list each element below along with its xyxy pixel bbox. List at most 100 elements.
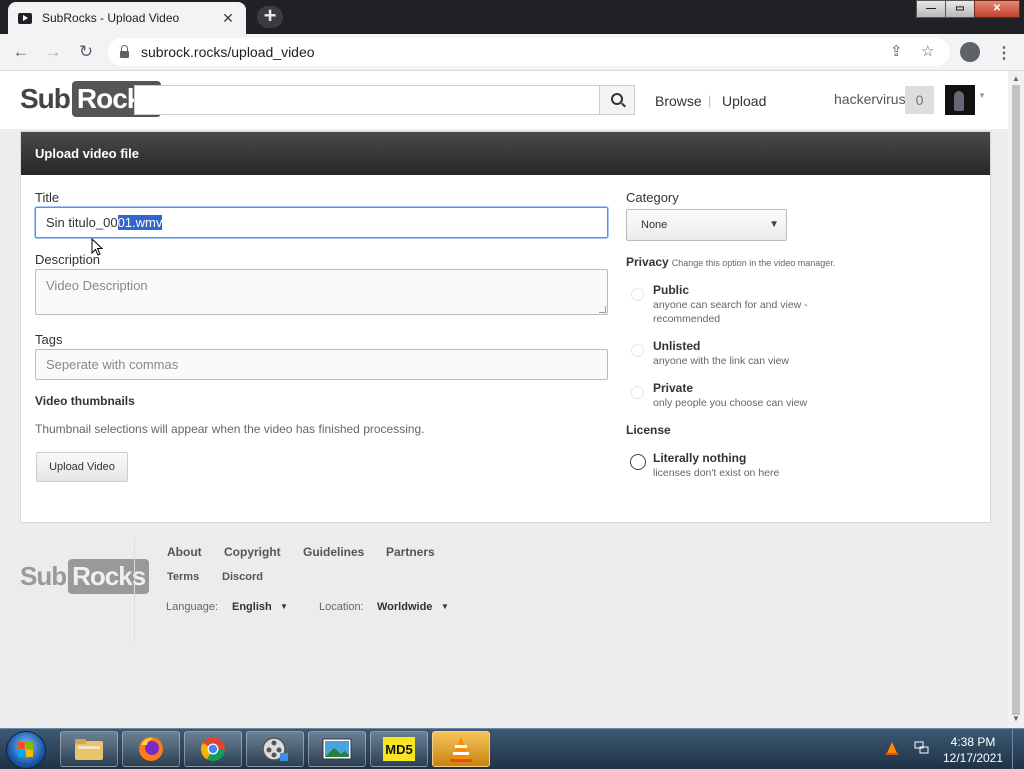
- tray-vlc-icon[interactable]: [885, 741, 899, 758]
- window-controls: — ▭ ✕: [916, 0, 1020, 18]
- radio-license[interactable]: [630, 454, 646, 470]
- forward-arrow-icon[interactable]: →: [41, 42, 65, 62]
- footer-logo[interactable]: Sub Rocks: [20, 559, 150, 594]
- username-link[interactable]: hackervirus: [834, 91, 906, 107]
- browse-link[interactable]: Browse: [655, 93, 702, 109]
- resize-handle-icon[interactable]: [599, 306, 606, 313]
- search-input[interactable]: [134, 85, 600, 115]
- youtube-favicon-icon: [18, 12, 32, 24]
- folder-icon: [75, 739, 103, 760]
- radio-private[interactable]: [631, 386, 644, 399]
- title-input[interactable]: Sin titulo_0001.wmv: [35, 207, 608, 238]
- taskbar-clock[interactable]: 4:38 PM 12/17/2021: [942, 734, 1004, 766]
- bookmark-star-icon[interactable]: ☆: [921, 42, 934, 60]
- category-select[interactable]: None ▼: [626, 209, 787, 241]
- tray-network-icon[interactable]: [914, 741, 930, 758]
- privacy-option-public-title: Public: [653, 283, 690, 297]
- close-window-button[interactable]: ✕: [974, 0, 1020, 18]
- thumbnails-label: Video thumbnails: [35, 394, 135, 408]
- footer-language-value[interactable]: English: [232, 601, 272, 613]
- firefox-icon: [139, 737, 163, 761]
- upload-link[interactable]: Upload: [722, 93, 766, 109]
- page-viewport: Sub Rocks Browse | Upload hackervirus 0 …: [0, 71, 1008, 728]
- show-desktop-button[interactable]: [1012, 729, 1024, 769]
- thumbnails-help-text: Thumbnail selections will appear when th…: [35, 422, 425, 436]
- footer-language-label: Language:: [166, 601, 218, 613]
- profile-icon[interactable]: [960, 42, 980, 62]
- privacy-option-public-desc: anyone can search for and view - recomme…: [653, 299, 808, 325]
- taskbar-chrome[interactable]: [184, 731, 242, 767]
- privacy-heading: Privacy Change this option in the video m…: [626, 255, 835, 269]
- menu-dots-icon[interactable]: ⋮: [996, 43, 1012, 63]
- category-label: Category: [626, 190, 679, 205]
- search-icon: [611, 93, 623, 105]
- privacy-option-private-title: Private: [653, 381, 694, 395]
- tab-close-icon[interactable]: ✕: [220, 10, 236, 27]
- mouse-cursor-icon: [91, 238, 103, 256]
- address-bar[interactable]: subrock.rocks/upload_video ⇪ ☆: [108, 38, 950, 66]
- reload-icon[interactable]: ↻: [74, 42, 98, 62]
- upload-video-button[interactable]: Upload Video: [36, 452, 128, 482]
- notification-count-badge[interactable]: 0: [905, 86, 934, 114]
- footer-link-guidelines[interactable]: Guidelines: [303, 545, 364, 559]
- scroll-up-arrow-icon[interactable]: ▲: [1012, 74, 1020, 83]
- scroll-down-arrow-icon[interactable]: ▼: [1012, 714, 1020, 723]
- minimize-button[interactable]: —: [916, 0, 946, 18]
- windows-logo-icon: [18, 742, 34, 758]
- photo-viewer-icon: [322, 738, 352, 760]
- footer-link-discord[interactable]: Discord: [222, 571, 263, 583]
- chevron-down-icon[interactable]: ▼: [978, 91, 986, 100]
- md5-icon: MD5: [383, 737, 415, 761]
- radio-unlisted[interactable]: [631, 344, 644, 357]
- page-scrollbar[interactable]: ▲ ▼: [1008, 71, 1024, 728]
- md5-label: MD5: [385, 742, 412, 757]
- location-caret-icon[interactable]: ▼: [441, 602, 449, 611]
- privacy-option-unlisted-title: Unlisted: [653, 339, 701, 353]
- privacy-option-private-desc: only people you choose can view: [653, 397, 808, 409]
- description-placeholder: Video Description: [46, 278, 148, 293]
- upload-card-header: Upload video file: [21, 132, 990, 175]
- title-label: Title: [35, 190, 60, 205]
- license-label: License: [626, 423, 671, 437]
- footer-logo-sub-text: Sub: [20, 561, 67, 591]
- user-avatar[interactable]: [945, 85, 975, 115]
- language-caret-icon[interactable]: ▼: [280, 602, 288, 611]
- upload-card: Upload video file Title Sin titulo_0001.…: [20, 131, 991, 523]
- footer-link-partners[interactable]: Partners: [386, 545, 435, 559]
- browser-tab-strip: SubRocks - Upload Video ✕ + — ▭ ✕: [0, 0, 1024, 34]
- privacy-note: Change this option in the video manager.: [671, 258, 836, 268]
- search-button[interactable]: [600, 85, 635, 115]
- tags-label: Tags: [35, 332, 63, 347]
- browser-tab[interactable]: SubRocks - Upload Video ✕: [8, 2, 246, 34]
- footer-link-terms[interactable]: Terms: [167, 571, 199, 583]
- footer-link-copyright[interactable]: Copyright: [224, 545, 281, 559]
- vlc-cone-icon: [450, 737, 472, 762]
- clock-date: 12/17/2021: [942, 751, 1004, 765]
- lock-icon: [120, 44, 129, 58]
- chevron-down-icon: ▼: [769, 219, 779, 230]
- new-tab-button[interactable]: +: [257, 5, 283, 28]
- taskbar-vlc[interactable]: [432, 731, 490, 767]
- taskbar-movie-maker[interactable]: [246, 731, 304, 767]
- back-arrow-icon[interactable]: ←: [9, 42, 33, 62]
- windows-taskbar: MD5 4:38 PM 12/17/2021: [0, 728, 1024, 769]
- footer-link-about[interactable]: About: [167, 545, 202, 559]
- tab-title: SubRocks - Upload Video: [42, 11, 180, 25]
- radio-public[interactable]: [631, 288, 644, 301]
- tags-placeholder: Seperate with commas: [46, 357, 179, 372]
- taskbar-firefox[interactable]: [122, 731, 180, 767]
- taskbar-md5-tool[interactable]: MD5: [370, 731, 428, 767]
- category-selected-value: None: [641, 219, 668, 231]
- privacy-option-unlisted-desc: anyone with the link can view: [653, 355, 789, 367]
- maximize-button[interactable]: ▭: [945, 0, 975, 18]
- taskbar-explorer[interactable]: [60, 731, 118, 767]
- scroll-thumb[interactable]: [1012, 85, 1020, 715]
- start-button[interactable]: [6, 731, 46, 769]
- clock-time: 4:38 PM: [950, 735, 996, 749]
- footer-location-value[interactable]: Worldwide: [377, 601, 432, 613]
- share-icon[interactable]: ⇪: [890, 42, 903, 60]
- description-textarea[interactable]: Video Description: [35, 269, 608, 315]
- tags-input[interactable]: Seperate with commas: [35, 349, 608, 380]
- taskbar-photo-viewer[interactable]: [308, 731, 366, 767]
- footer-location-label: Location:: [319, 601, 364, 613]
